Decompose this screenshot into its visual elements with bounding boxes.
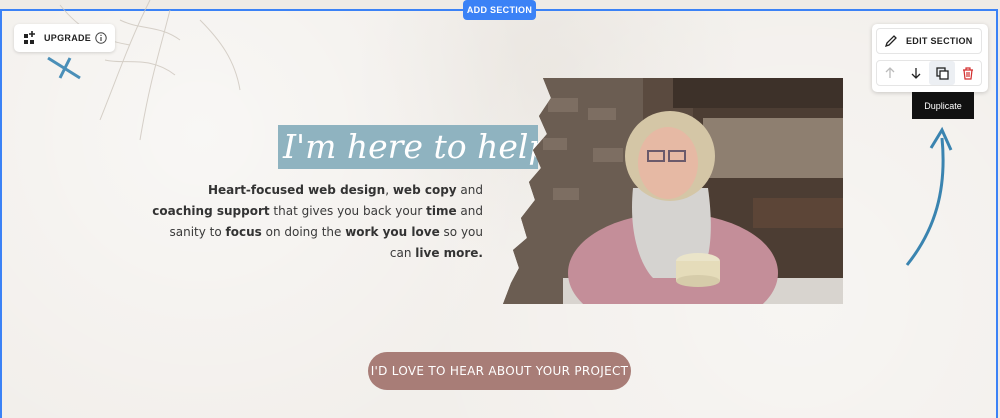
duplicate-tooltip: Duplicate	[912, 92, 974, 119]
move-up-button[interactable]	[877, 61, 903, 85]
duplicate-button[interactable]	[929, 61, 955, 85]
section-edit-panel: EDIT SECTION	[872, 24, 988, 92]
grid-plus-icon	[24, 31, 35, 44]
edit-section-label: EDIT SECTION	[906, 36, 973, 46]
upgrade-label: UPGRADE	[44, 33, 92, 43]
hero-photo	[503, 78, 843, 304]
add-section-button[interactable]: ADD SECTION	[463, 0, 536, 20]
duplicate-icon	[935, 66, 949, 80]
intro-paragraph: Heart-focused web design, web copy and c…	[152, 183, 483, 260]
section-action-row	[876, 60, 982, 86]
contact-cta-button[interactable]: I'D LOVE TO HEAR ABOUT YOUR PROJECT	[368, 352, 631, 390]
arrow-up-icon	[885, 67, 895, 78]
edit-section-button[interactable]: EDIT SECTION	[876, 28, 982, 54]
pencil-icon	[884, 35, 897, 48]
delete-button[interactable]	[955, 61, 981, 85]
move-down-button[interactable]	[903, 61, 929, 85]
arrow-down-icon	[911, 68, 921, 79]
info-icon[interactable]	[95, 32, 107, 44]
trash-icon	[963, 66, 973, 80]
upgrade-button[interactable]: UPGRADE	[14, 24, 115, 52]
